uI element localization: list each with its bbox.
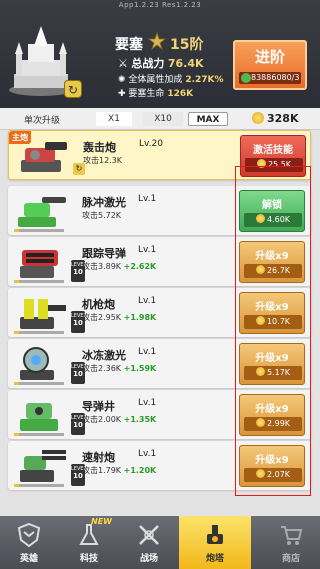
- boost-icon: ✺: [118, 75, 126, 85]
- weapon-attack: 攻击2.36K +1.59K: [82, 363, 156, 374]
- xp-bar: [14, 433, 64, 436]
- nav-shop[interactable]: 商店: [262, 516, 320, 569]
- attack-bonus: +1.59K: [123, 364, 157, 373]
- attack-bonus: +1.35K: [123, 415, 157, 424]
- bonus-value: 2.27K%: [185, 75, 224, 85]
- weapon-attack: 攻击5.72K: [82, 210, 121, 221]
- hero-shield-icon: [17, 522, 41, 548]
- advance-label: 进阶: [254, 48, 285, 66]
- attack-value: 攻击2.00K: [82, 415, 122, 424]
- attack-value: 攻击3.89K: [82, 262, 122, 271]
- weapon-level: Lv.1: [138, 194, 157, 204]
- advance-button[interactable]: 进阶 83886080/3: [233, 40, 307, 90]
- weapon-name: 导弹井: [82, 400, 115, 413]
- attack-value: 攻击12.3K: [83, 156, 123, 165]
- fortress-header: App1.2.23 Res1.2.23 ↻ 要塞 15阶 ⚔ 总战力 76.4K…: [0, 0, 320, 108]
- fort-value: 126K: [167, 89, 194, 99]
- attack-bonus: +1.20K: [123, 466, 157, 475]
- advance-cost-value: 83886080/3: [251, 73, 300, 82]
- weapon-name: 轰击炮: [83, 141, 116, 154]
- bottom-nav: 英雄 NEW 科技 战场 炮塔 商店: [0, 516, 320, 569]
- action-label: 激活技能: [253, 145, 293, 156]
- freeze-laser-icon: [20, 347, 54, 380]
- attack-value: 攻击1.79K: [82, 466, 122, 475]
- rank-title: 要塞: [115, 37, 143, 53]
- crossed-swords-icon: [139, 525, 159, 545]
- version-text: App1.2.23 Res1.2.23: [118, 1, 202, 9]
- nav-tech[interactable]: NEW 科技: [60, 516, 118, 569]
- upgrade-mode-label: 单次升级: [24, 116, 61, 126]
- weapon-name: 机枪炮: [82, 298, 115, 311]
- attack-value: 攻击2.36K: [82, 364, 122, 373]
- weapon-level: Lv.1: [138, 245, 157, 255]
- pulse-laser-icon: [18, 197, 66, 227]
- weapon-attack: 攻击1.79K +1.20K: [82, 465, 156, 476]
- weapon-attack: 攻击12.3K: [83, 155, 122, 166]
- power-label: 总战力: [131, 57, 165, 70]
- multiplier-x10-button[interactable]: X10: [143, 112, 183, 126]
- nav-label: 英雄: [19, 554, 38, 564]
- nav-label: 商店: [281, 554, 300, 564]
- power-value: 76.4K: [167, 57, 204, 70]
- weapon-level: Lv.1: [138, 296, 157, 306]
- xp-bar: [14, 484, 64, 487]
- gem-icon: [241, 73, 251, 83]
- shopping-cart-icon: [281, 526, 303, 545]
- weapon-level: Lv.1: [138, 449, 157, 459]
- xp-bar: [14, 331, 64, 334]
- rapid-fire-cannon-icon: [20, 450, 66, 482]
- attack-value: 攻击5.72K: [82, 211, 122, 220]
- weapon-name: 冰冻激光: [82, 349, 126, 362]
- weapon-name: 跟踪导弹: [82, 247, 126, 260]
- xp-bar: [14, 280, 64, 283]
- xp-bar: [14, 382, 64, 385]
- nav-label: 炮塔: [205, 554, 224, 564]
- weapon-level: Lv.1: [138, 347, 157, 357]
- nav-battle[interactable]: 战场: [120, 516, 178, 569]
- homing-missile-icon: [20, 250, 58, 278]
- attribute-bonus: ✺ 全体属性加成 2.27K%: [118, 72, 224, 85]
- weapon-name: 脉冲激光: [82, 196, 126, 209]
- weapon-attack: 攻击3.89K +2.62K: [82, 261, 156, 272]
- health-icon: ✚: [118, 89, 126, 99]
- attack-bonus: +1.98K: [123, 313, 157, 322]
- weapon-level: Lv.1: [138, 398, 157, 408]
- bonus-label: 全体属性加成: [128, 75, 183, 85]
- gold-coin-icon: [252, 112, 264, 124]
- crossed-swords-icon: ⚔: [118, 57, 128, 70]
- missile-silo-icon: [20, 403, 58, 431]
- nav-turret[interactable]: 炮塔: [179, 516, 251, 569]
- rank-star-icon: [148, 32, 166, 50]
- attack-bonus: +2.62K: [123, 262, 157, 271]
- new-badge: NEW: [91, 517, 112, 526]
- refresh-icon[interactable]: ↻: [64, 80, 82, 98]
- highlight-outline: [235, 166, 311, 496]
- advance-cost: 83886080/3: [239, 72, 301, 84]
- nav-label: 科技: [79, 554, 98, 564]
- weapon-name: 速射炮: [82, 451, 115, 464]
- xp-bar: [14, 229, 64, 232]
- gold-value: 328K: [267, 112, 299, 125]
- weapon-level: Lv.20: [139, 139, 163, 149]
- weapon-attack: 攻击2.00K +1.35K: [82, 414, 156, 425]
- nav-hero[interactable]: 英雄: [0, 516, 58, 569]
- rank-level: 15阶: [170, 37, 204, 53]
- turret-icon: [207, 525, 223, 544]
- weapon-attack: 攻击2.95K +1.98K: [82, 312, 156, 323]
- multiplier-x1-button[interactable]: X1: [96, 112, 132, 126]
- machine-gun-icon: [20, 299, 66, 329]
- bombard-cannon-icon: [21, 142, 67, 172]
- gold-balance: 328K: [252, 112, 299, 125]
- multiplier-max-button[interactable]: MAX: [188, 112, 228, 126]
- total-power: ⚔ 总战力 76.4K: [118, 55, 204, 71]
- attack-value: 攻击2.95K: [82, 313, 122, 322]
- fortress-health: ✚ 要塞生命 126K: [118, 86, 193, 99]
- fort-label: 要塞生命: [128, 89, 165, 99]
- upgrade-toolbar: 单次升级 X1 X10 MAX 328K: [0, 108, 320, 130]
- nav-label: 战场: [139, 554, 158, 564]
